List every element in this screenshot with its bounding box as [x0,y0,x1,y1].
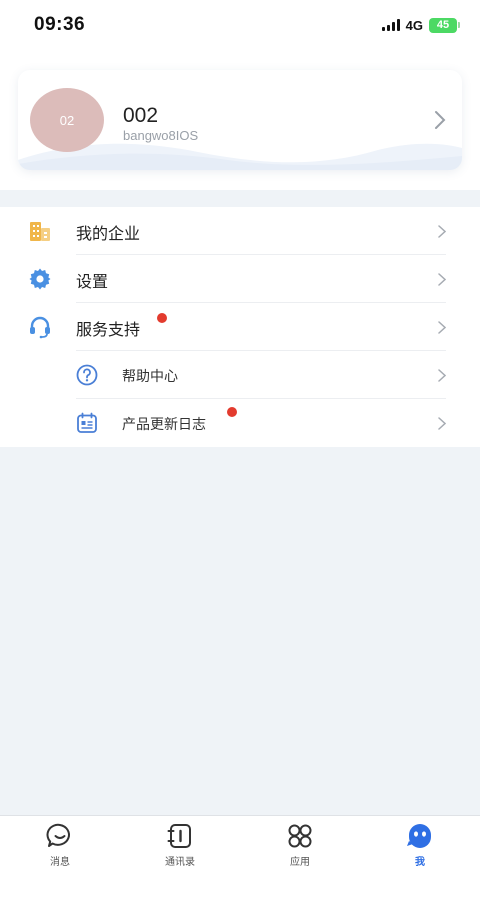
status-time: 09:36 [34,14,86,35]
tab-label: 通讯录 [165,857,195,868]
notification-badge [227,407,237,417]
gear-icon [29,268,51,290]
headset-icon [30,316,50,339]
menu-item-label: 产品更新日志 [122,416,206,432]
chat-bubble-icon [46,823,70,847]
status-bar: 09:36 4G 45 [0,0,480,50]
tab-apps[interactable]: 应用 [240,822,360,872]
menu-item-label: 我的企业 [76,226,141,243]
profile-card[interactable]: 02 002 bangwo8IOS [18,70,462,170]
tab-label: 应用 [290,857,310,868]
tab-label: 消息 [50,857,70,868]
calendar-log-icon [77,412,97,433]
avatar-text: 02 [59,112,75,128]
chevron-right-icon [435,111,446,129]
tab-contacts[interactable]: 通讯录 [120,822,240,872]
profile-username: bangwo8IOS [123,128,199,143]
chevron-right-icon [438,225,446,238]
avatar[interactable]: 02 [30,88,104,152]
settings-menu: 我的企业 设置 服务支持 帮助中心 产品更新日志 [0,207,480,447]
menu-item-label: 设置 [76,274,109,291]
tab-me[interactable]: 我 [360,822,480,872]
menu-item-label: 服务支持 [76,322,141,339]
tab-messages[interactable]: 消息 [0,822,120,872]
menu-item-changelog[interactable]: 产品更新日志 [0,399,480,447]
battery-icon: 45 [429,17,460,33]
chevron-right-icon [438,369,446,382]
signal-icon [381,19,400,31]
help-circle-icon [76,364,98,386]
menu-item-help-center[interactable]: 帮助中心 [0,351,480,399]
profile-name: 002 [123,104,159,127]
network-type: 4G [405,17,423,33]
bottom-tab-bar: 消息 通讯录 应用 我 [0,815,480,900]
menu-item-label: 帮助中心 [122,368,178,384]
menu-item-my-company[interactable]: 我的企业 [0,207,480,255]
tab-label: 我 [415,857,425,868]
battery-level: 45 [429,17,457,33]
status-indicators: 4G 45 [381,16,460,34]
chevron-right-icon [438,273,446,286]
menu-item-service-support[interactable]: 服务支持 [0,303,480,351]
user-profile-icon [407,824,431,848]
apps-grid-icon [288,824,312,848]
menu-item-settings[interactable]: 设置 [0,255,480,303]
notification-badge [157,313,167,323]
building-icon [30,222,50,241]
chevron-right-icon [438,417,446,430]
chevron-right-icon [438,321,446,334]
contacts-book-icon [167,824,191,848]
